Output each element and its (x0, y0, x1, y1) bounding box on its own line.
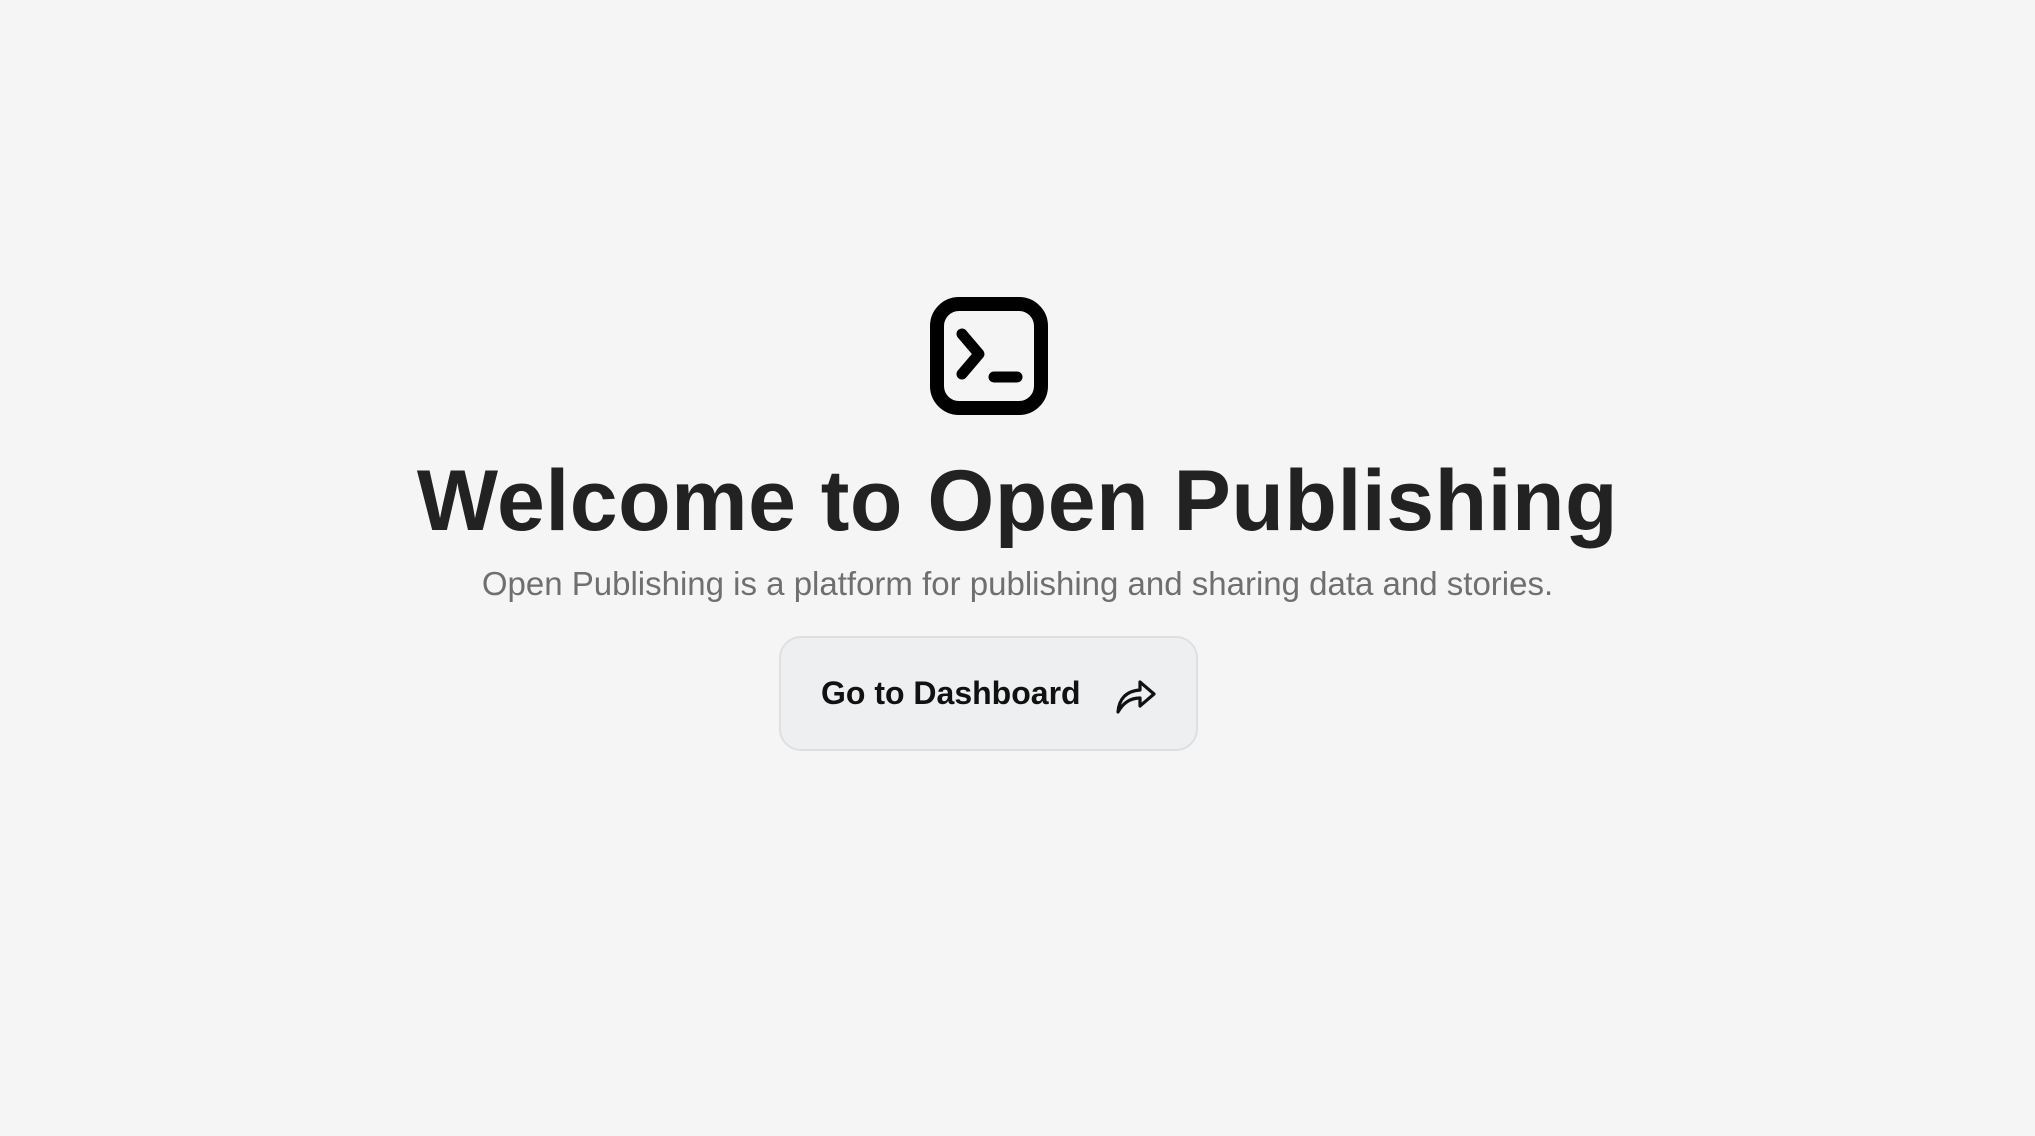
page-title: Welcome to Open Publishing (416, 453, 1619, 549)
terminal-icon (929, 296, 1049, 416)
go-to-dashboard-label: Go to Dashboard (821, 675, 1081, 711)
share-forward-icon (1114, 672, 1158, 716)
go-to-dashboard-button[interactable]: Go to Dashboard (779, 636, 1198, 751)
page-subtitle: Open Publishing is a platform for publis… (481, 565, 1554, 602)
landing-hero: Welcome to Open Publishing Open Publishi… (0, 0, 2035, 1136)
